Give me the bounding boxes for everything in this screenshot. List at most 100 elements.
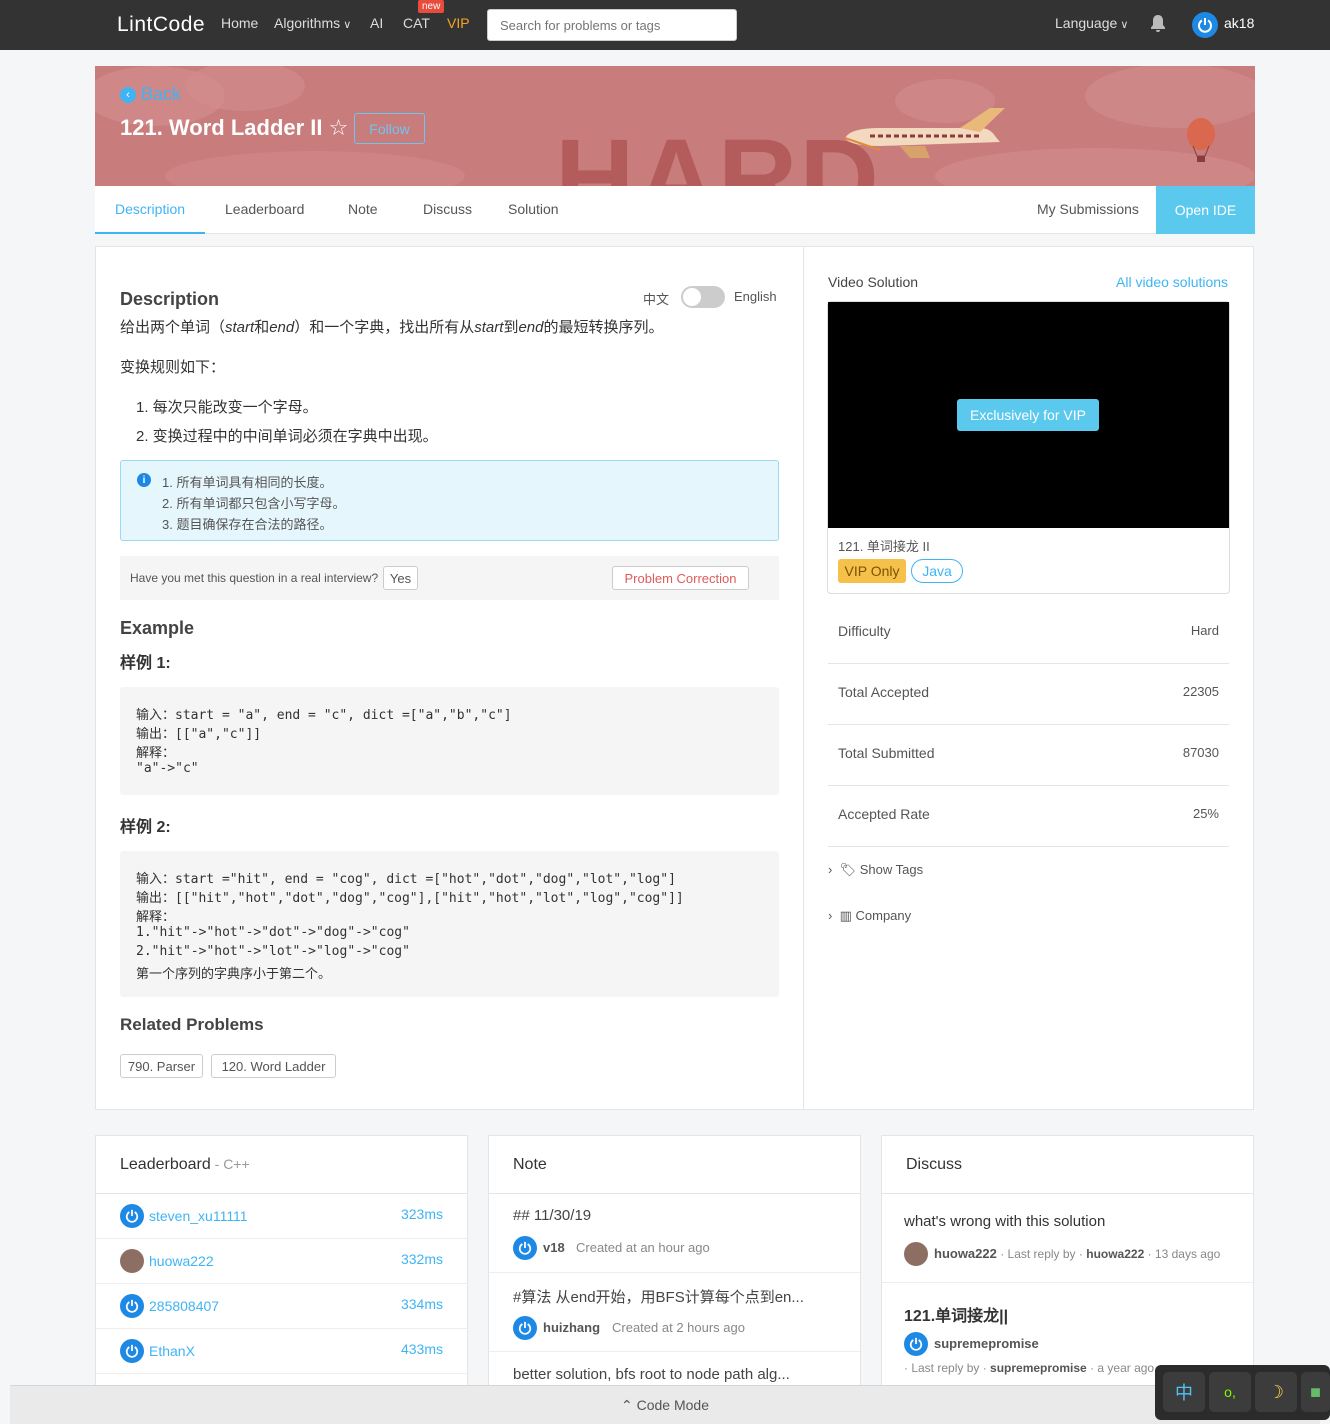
leaderboard-time: 433ms xyxy=(400,1341,443,1357)
code-line: 2."hit"->"hot"->"lot"->"log"->"cog" xyxy=(136,944,410,959)
leaderboard-row[interactable]: 285808407 334ms xyxy=(96,1284,467,1329)
company-expander[interactable]: › ▥ Company xyxy=(828,908,911,924)
rule-item: 1. 每次只能改变一个字母。 xyxy=(136,399,318,416)
open-ide-button[interactable]: Open IDE xyxy=(1156,186,1255,234)
username[interactable]: ak18 xyxy=(1224,15,1254,31)
discuss-item[interactable]: what's wrong with this solution huowa222… xyxy=(882,1194,1253,1283)
problem-title: 121. Word Ladder II xyxy=(120,115,323,140)
leaderboard-user[interactable]: steven_xu11111 xyxy=(149,1208,248,1224)
stat-label: Total Accepted xyxy=(838,684,930,700)
show-tags-expander[interactable]: › 🏷 Show Tags xyxy=(828,862,923,878)
tag-icon: 🏷 xyxy=(839,862,857,877)
bell-icon[interactable] xyxy=(1150,14,1166,32)
language-label: Language xyxy=(1055,15,1118,31)
leaderboard-row[interactable]: huowa222 332ms xyxy=(96,1239,467,1284)
problem-intro: 给出两个单词（start和end）和一个字典，找出所有从start到end的最短… xyxy=(120,316,664,337)
search-input[interactable] xyxy=(487,9,737,41)
code-line: 输入：start ="hit", end = "cog", dict =["ho… xyxy=(136,872,676,887)
language-toggle[interactable] xyxy=(681,286,725,308)
note-item[interactable]: ## 11/30/19 v18 Created at an hour ago xyxy=(489,1194,860,1273)
power-icon xyxy=(120,1204,144,1228)
stat-label: Total Submitted xyxy=(838,745,935,761)
ime-punctuation-key[interactable]: o, xyxy=(1209,1372,1251,1412)
stat-label: Accepted Rate xyxy=(838,806,930,822)
star-icon[interactable]: ☆ xyxy=(329,115,349,140)
leaderboard-lang: - C++ xyxy=(210,1156,250,1172)
follow-button[interactable]: Follow xyxy=(354,113,425,144)
reply-ago: · a year ago xyxy=(1086,1361,1155,1375)
top-navbar: LintCode Home Algorithms ∨ AI CAT new VI… xyxy=(0,0,1330,50)
discuss-user[interactable]: huowa222 xyxy=(934,1246,997,1261)
stat-value: 87030 xyxy=(1182,745,1219,760)
code-line: "a"->"c" xyxy=(136,761,199,776)
nav-cat[interactable]: CAT xyxy=(403,15,430,31)
chevron-down-icon: ∨ xyxy=(1117,19,1129,31)
company-label: Company xyxy=(855,908,912,923)
tab-note[interactable]: Note xyxy=(348,201,378,217)
note-item[interactable]: #算法 从end开始，用BFS计算每个点到en... huizhang Crea… xyxy=(489,1273,860,1352)
tab-my-submissions[interactable]: My Submissions xyxy=(1037,201,1139,217)
note-user[interactable]: huizhang xyxy=(543,1320,600,1335)
leaderboard-title: Leaderboard xyxy=(120,1156,211,1173)
chevron-right-icon: › xyxy=(828,862,833,877)
code-mode-bar[interactable]: ⌃ Code Mode xyxy=(10,1385,1320,1424)
note-text[interactable]: better solution, bfs root to node path a… xyxy=(513,1366,790,1383)
all-video-solutions-link[interactable]: All video solutions xyxy=(1116,274,1228,290)
back-link[interactable]: ‹ Back xyxy=(120,84,181,105)
card-header: Note xyxy=(489,1136,860,1194)
description-heading: Description xyxy=(120,289,220,309)
tab-description[interactable]: Description xyxy=(115,201,185,217)
note-text: ## 11/30/19 xyxy=(513,1207,592,1224)
discuss-meta: · Last reply by · supremepromise · a yea… xyxy=(904,1361,1154,1375)
ime-moon-key[interactable]: ☽ xyxy=(1255,1372,1297,1412)
leaderboard-user[interactable]: 285808407 xyxy=(149,1298,219,1314)
intro-text: 和 xyxy=(254,319,270,336)
note-card: Note ## 11/30/19 v18 Created at an hour … xyxy=(488,1135,861,1424)
related-problem-chip[interactable]: 790. Parser xyxy=(120,1054,203,1078)
leaderboard-card: Leaderboard - C++ steven_xu11111 323ms h… xyxy=(95,1135,468,1424)
ime-chinese-key[interactable]: 中 xyxy=(1163,1372,1205,1412)
user-avatar[interactable] xyxy=(1192,12,1218,38)
toggle-knob xyxy=(683,288,701,306)
leaderboard-time: 334ms xyxy=(400,1296,443,1312)
code-line: 解释： xyxy=(136,910,176,925)
leaderboard-row[interactable]: EthanX 433ms xyxy=(96,1329,467,1374)
nav-algorithms[interactable]: Algorithms ∨ xyxy=(274,15,351,31)
tab-leaderboard[interactable]: Leaderboard xyxy=(225,201,304,217)
code-line: 1."hit"->"hot"->"dot"->"dog"->"cog" xyxy=(136,925,410,940)
leaderboard-user[interactable]: EthanX xyxy=(149,1343,195,1359)
nav-ai[interactable]: AI xyxy=(370,15,383,31)
related-problem-chip[interactable]: 120. Word Ladder xyxy=(211,1054,336,1078)
nav-vip[interactable]: VIP xyxy=(447,15,470,31)
note-user[interactable]: v18 xyxy=(543,1240,565,1255)
tab-discuss[interactable]: Discuss xyxy=(423,201,472,217)
reply-user[interactable]: huowa222 xyxy=(1086,1247,1144,1261)
reply-user[interactable]: supremepromise xyxy=(990,1361,1087,1375)
note-title: Note xyxy=(513,1156,547,1173)
exclusively-vip-button[interactable]: Exclusively for VIP xyxy=(957,399,1099,431)
language-menu[interactable]: Language ∨ xyxy=(1055,15,1128,31)
related-heading: Related Problems xyxy=(120,1015,264,1034)
discuss-user[interactable]: supremepromise xyxy=(934,1336,1039,1351)
airplane-icon xyxy=(844,108,1005,158)
logo[interactable]: LintCode xyxy=(117,13,205,37)
tab-solution[interactable]: Solution xyxy=(508,201,559,217)
discuss-topic[interactable]: what's wrong with this solution xyxy=(904,1213,1105,1230)
intro-text: 到 xyxy=(503,319,519,336)
chevron-up-icon: ⌃ xyxy=(620,1396,633,1413)
discuss-topic[interactable]: 121.单词接龙|| xyxy=(904,1302,1008,1326)
leaderboard-user[interactable]: huowa222 xyxy=(149,1253,214,1269)
ime-shirt-key[interactable]: ■ xyxy=(1301,1372,1330,1412)
example1-title: 样例 1: xyxy=(120,655,171,672)
java-tag[interactable]: Java xyxy=(911,559,963,583)
intro-start: start xyxy=(225,319,255,336)
video-caption: 121. 单词接龙 II xyxy=(838,539,930,554)
leaderboard-row[interactable]: steven_xu11111 323ms xyxy=(96,1194,467,1239)
nav-home[interactable]: Home xyxy=(221,15,258,31)
yes-button[interactable]: Yes xyxy=(383,566,418,590)
avatar xyxy=(120,1249,144,1273)
code-line: 第一个序列的字典序小于第二个。 xyxy=(136,967,332,982)
intro-text: 的最短转换序列。 xyxy=(543,319,664,336)
discuss-meta: huowa222 · Last reply by · huowa222 · 13… xyxy=(934,1246,1220,1261)
problem-correction-button[interactable]: Problem Correction xyxy=(612,566,749,590)
